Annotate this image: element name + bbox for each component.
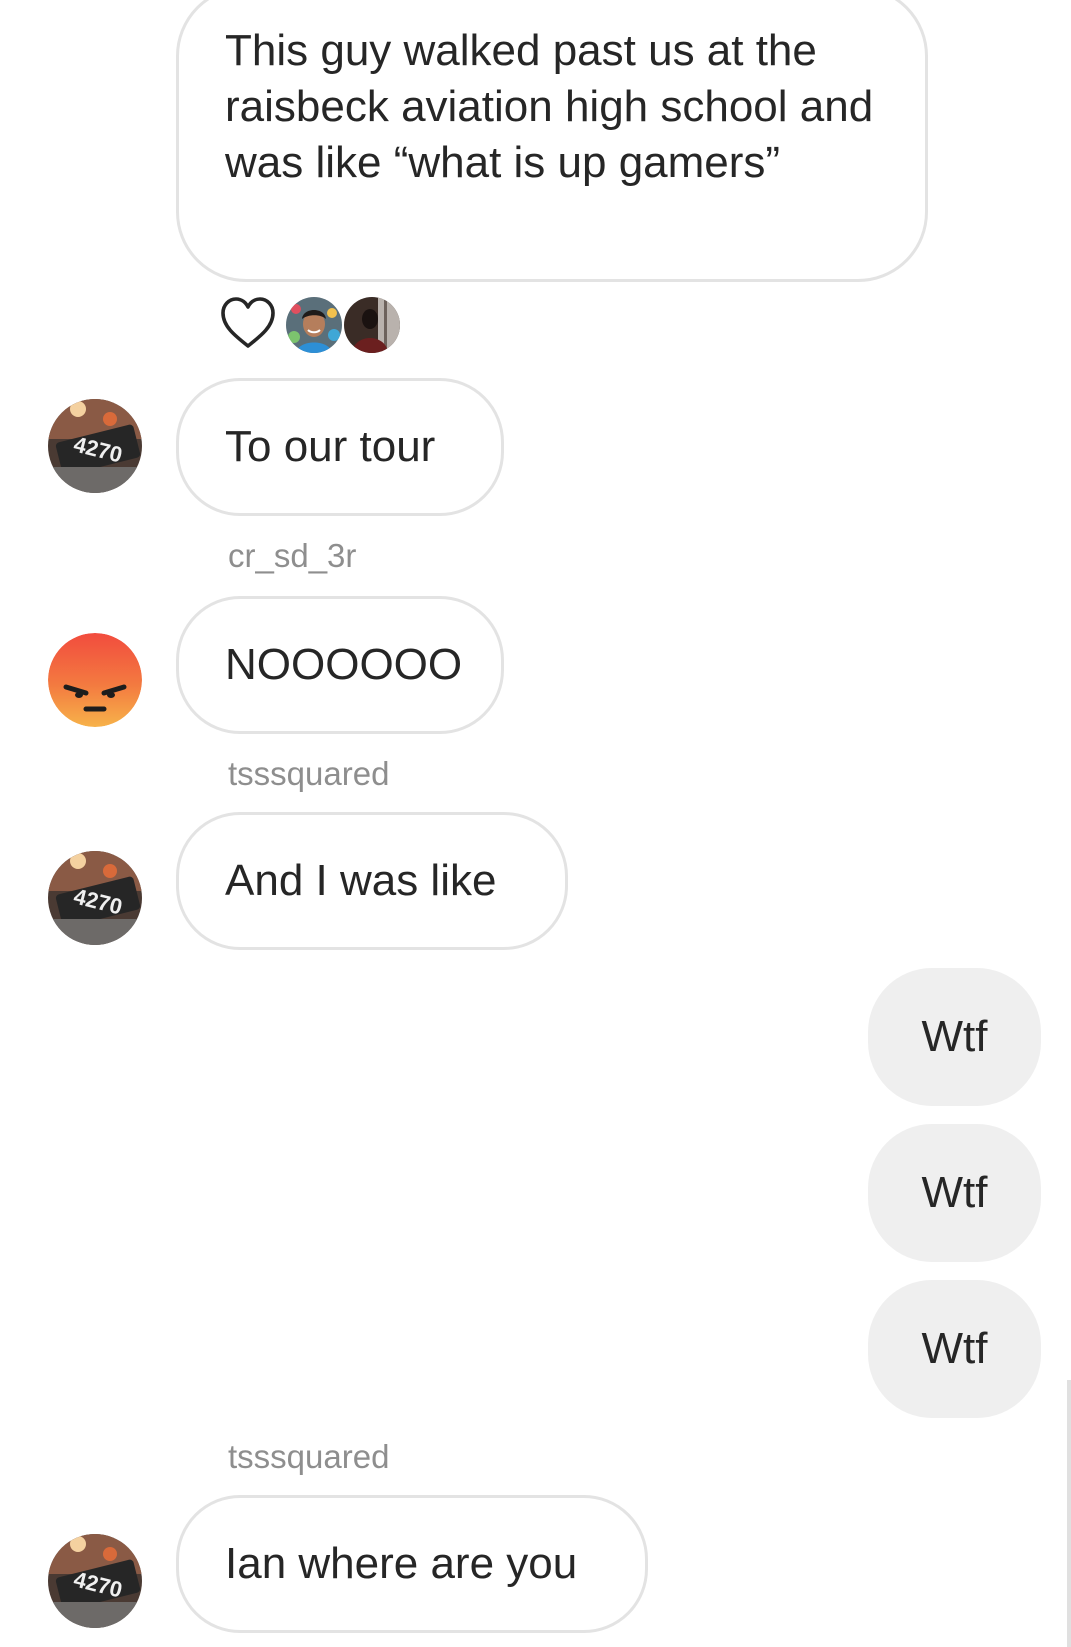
message-bubble[interactable]: Ian where are you	[176, 1495, 648, 1633]
message-text: And I was like	[225, 856, 497, 905]
my-message-bubble[interactable]: Wtf	[868, 1124, 1041, 1262]
reactor-avatar-2[interactable]	[344, 297, 400, 353]
message-text: Ian where are you	[225, 1539, 578, 1588]
scrollbar[interactable]	[1067, 1380, 1071, 1647]
angry-face-avatar[interactable]	[48, 633, 142, 727]
sender-username: tsssquared	[228, 755, 390, 792]
sender-username: cr_sd_3r	[228, 537, 357, 574]
reactor-avatar-1[interactable]	[286, 297, 342, 353]
4270-avatar[interactable]: 4270	[48, 399, 142, 493]
message-text: This guy walked past us at the raisbeck …	[225, 26, 874, 187]
message-bubble[interactable]: NOOOOOO	[176, 596, 504, 734]
message-text: Wtf	[921, 1324, 988, 1373]
4270-avatar[interactable]: 4270	[48, 851, 142, 945]
heart-icon[interactable]	[220, 296, 276, 355]
4270-avatar[interactable]: 4270	[48, 1534, 142, 1628]
my-message-bubble[interactable]: Wtf	[868, 968, 1041, 1106]
message-text: To our tour	[225, 422, 436, 471]
my-message-bubble[interactable]: Wtf	[868, 1280, 1041, 1418]
message-bubble[interactable]: And I was like	[176, 812, 568, 950]
message-text: NOOOOOO	[225, 640, 463, 689]
sender-username: tsssquared	[228, 1438, 390, 1475]
message-bubble[interactable]: This guy walked past us at the raisbeck …	[176, 0, 928, 282]
message-bubble[interactable]: To our tour	[176, 378, 504, 516]
message-text: Wtf	[921, 1168, 988, 1217]
message-text: Wtf	[921, 1012, 988, 1061]
